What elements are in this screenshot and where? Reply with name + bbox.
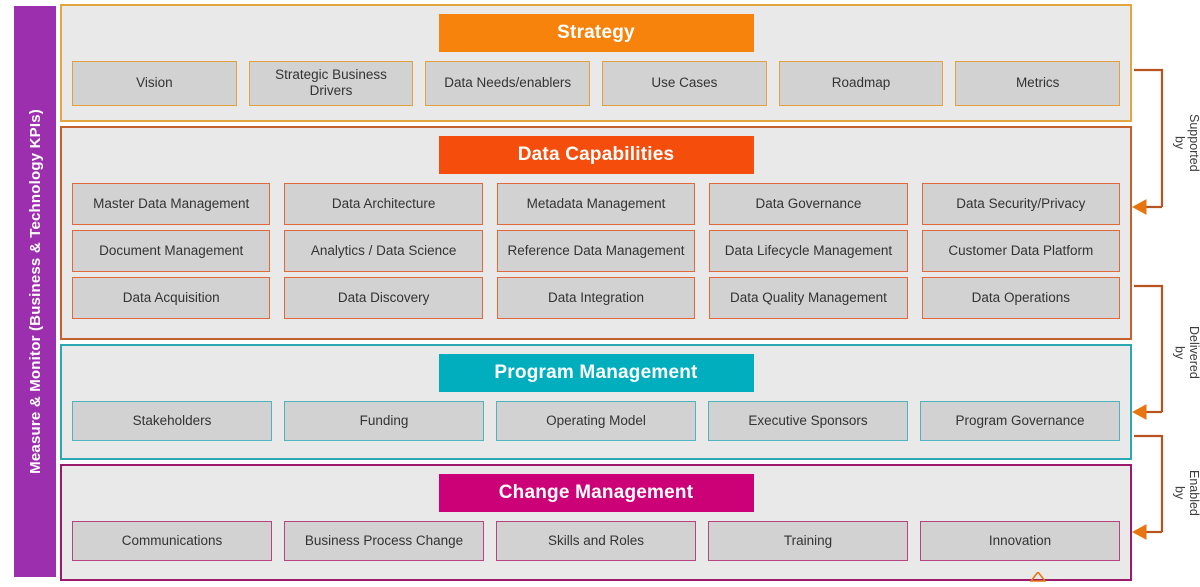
section-program-management-row-1: Stakeholders Funding Operating Model Exe… bbox=[72, 401, 1120, 441]
section-change-management-row-1: Communications Business Process Change S… bbox=[72, 521, 1120, 561]
capability-box[interactable]: Program Governance bbox=[920, 401, 1120, 441]
section-data-capabilities-row-2: Document Management Analytics / Data Sci… bbox=[72, 230, 1121, 272]
section-strategy-banner: Strategy bbox=[438, 14, 754, 52]
capability-box[interactable]: Use Cases bbox=[602, 61, 767, 106]
connector-delivered-by-label: Delivered by bbox=[1172, 300, 1200, 405]
data-strategy-framework-diagram: Measure & Monitor (Business & Technology… bbox=[0, 0, 1200, 583]
capability-box[interactable]: Business Process Change bbox=[284, 521, 484, 561]
section-data-capabilities-row-1: Master Data Management Data Architecture… bbox=[72, 183, 1121, 225]
section-data-capabilities-banner: Data Capabilities bbox=[438, 136, 754, 174]
capability-box[interactable]: Skills and Roles bbox=[496, 521, 696, 561]
capability-box[interactable]: Data Integration bbox=[496, 277, 696, 319]
capability-box[interactable]: Data Needs/enablers bbox=[425, 61, 591, 106]
connector-enabled-by-line1: Enabled bbox=[1186, 470, 1200, 516]
connector-delivered-by-line1: Delivered bbox=[1186, 326, 1200, 379]
capability-box[interactable]: Data Governance bbox=[709, 183, 908, 225]
capability-box[interactable]: Communications bbox=[72, 521, 272, 561]
connector-enabled-by-line2: by bbox=[1172, 486, 1187, 500]
sections-stack: Strategy Vision Strategic Business Drive… bbox=[56, 0, 1132, 583]
capability-box[interactable]: Operating Model bbox=[496, 401, 696, 441]
capability-box[interactable]: Document Management bbox=[72, 230, 271, 272]
capability-box[interactable]: Data Architecture bbox=[284, 183, 483, 225]
measure-monitor-rail: Measure & Monitor (Business & Technology… bbox=[14, 6, 56, 577]
connector-supported-by-line2: by bbox=[1172, 136, 1187, 150]
connector-supported-by-line1: Supported bbox=[1186, 114, 1200, 172]
section-change-management-banner: Change Management bbox=[438, 474, 754, 512]
section-change-management: Change Management Communications Busines… bbox=[60, 464, 1132, 581]
section-program-management: Program Management Stakeholders Funding … bbox=[60, 344, 1132, 460]
section-data-capabilities: Data Capabilities Master Data Management… bbox=[60, 126, 1132, 340]
capability-box[interactable]: Data Lifecycle Management bbox=[709, 230, 908, 272]
connector-enabled-by-label: Enabled by bbox=[1172, 448, 1200, 538]
clipped-arrow-icon bbox=[1029, 569, 1047, 587]
capability-box[interactable]: Analytics / Data Science bbox=[284, 230, 483, 272]
connector-delivered-by-line2: by bbox=[1172, 345, 1187, 360]
capability-box[interactable]: Vision bbox=[72, 61, 237, 106]
connector-supported-by-label: Supported by bbox=[1172, 88, 1200, 198]
section-strategy: Strategy Vision Strategic Business Drive… bbox=[60, 4, 1132, 122]
section-program-management-banner: Program Management bbox=[438, 354, 754, 392]
capability-box[interactable]: Innovation bbox=[920, 521, 1120, 561]
capability-box[interactable]: Roadmap bbox=[778, 61, 944, 106]
capability-box[interactable]: Customer Data Platform bbox=[921, 230, 1121, 272]
capability-box[interactable]: Executive Sponsors bbox=[708, 401, 908, 441]
capability-box[interactable]: Master Data Management bbox=[72, 183, 271, 225]
capability-box[interactable]: Metadata Management bbox=[496, 183, 696, 225]
capability-box[interactable]: Data Discovery bbox=[284, 277, 483, 319]
capability-box[interactable]: Reference Data Management bbox=[496, 230, 696, 272]
capability-box[interactable]: Data Acquisition bbox=[72, 277, 271, 319]
section-data-capabilities-row-3: Data Acquisition Data Discovery Data Int… bbox=[72, 277, 1121, 319]
capability-box[interactable]: Data Quality Management bbox=[709, 277, 908, 319]
capability-box[interactable]: Strategic Business Drivers bbox=[248, 61, 414, 106]
measure-monitor-rail-label: Measure & Monitor (Business & Technology… bbox=[26, 109, 44, 474]
capability-box[interactable]: Stakeholders bbox=[72, 401, 272, 441]
capability-box[interactable]: Training bbox=[708, 521, 908, 561]
capability-box[interactable]: Data Security/Privacy bbox=[921, 183, 1121, 225]
capability-box[interactable]: Metrics bbox=[955, 61, 1121, 106]
connector-rail: Supported by Delivered by Enabled by bbox=[1132, 0, 1200, 583]
capability-box[interactable]: Data Operations bbox=[921, 277, 1121, 319]
section-strategy-row-1: Vision Strategic Business Drivers Data N… bbox=[72, 61, 1121, 106]
capability-box[interactable]: Funding bbox=[284, 401, 484, 441]
